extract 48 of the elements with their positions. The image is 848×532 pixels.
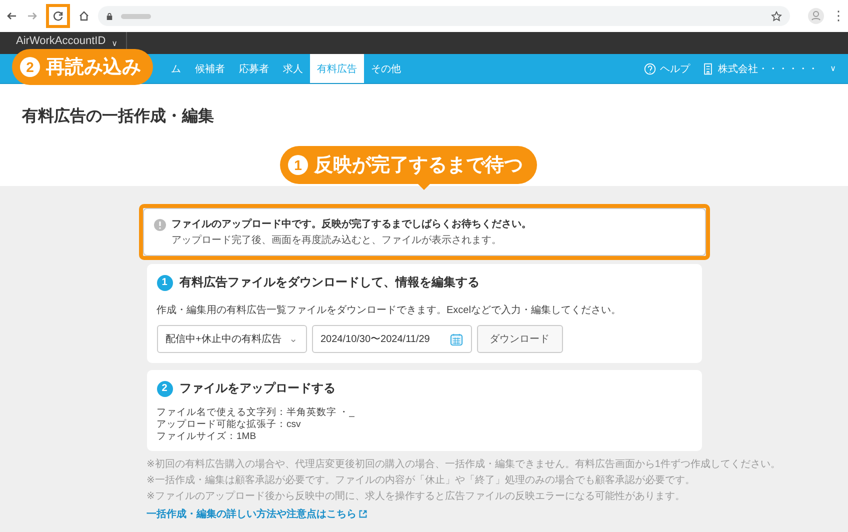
- company-name[interactable]: 株式会社・・・・・・: [718, 62, 818, 76]
- profile-icon[interactable]: [808, 8, 824, 24]
- home-icon[interactable]: [78, 10, 90, 22]
- upload-requirement: ファイル名で使える文字列：半角英数字 ・_: [156, 407, 356, 419]
- forward-icon[interactable]: [26, 10, 38, 22]
- account-name[interactable]: AirWorkAccountID: [16, 34, 106, 48]
- note-text: ※一括作成・編集は顧客承認が必要です。ファイルの内容が「休止」や「終了」処理のみの場合でも顧客承認が必要です。: [146, 474, 695, 488]
- callout-number: 1: [288, 155, 308, 175]
- nav-tab[interactable]: 応募者: [232, 54, 276, 83]
- download-button[interactable]: ダウンロード: [476, 325, 562, 353]
- external-link-icon[interactable]: [358, 510, 366, 518]
- help-icon[interactable]: [644, 62, 656, 74]
- callout-text: 反映が完了するまで待つ: [314, 154, 523, 178]
- blurred-url: [121, 14, 151, 18]
- note-text: ※ファイルのアップロード後から反映中の間に、求人を操作すると広告ファイルの反映エラーになる可能性があります。: [146, 490, 685, 504]
- help-link[interactable]: ヘルプ: [660, 62, 690, 76]
- callout-number: 2: [20, 57, 40, 77]
- upload-requirement: アップロード可能な拡張子：csv: [156, 419, 302, 431]
- date-range-field[interactable]: 2024/10/30〜2024/11/29: [312, 325, 472, 353]
- menu-icon[interactable]: ⋮: [832, 8, 842, 24]
- caret-icon[interactable]: ∨: [112, 38, 118, 48]
- building-icon: [702, 62, 714, 74]
- step-title: 有料広告ファイルをダウンロードして、情報を編集する: [180, 274, 480, 291]
- caret-icon[interactable]: ∨: [830, 64, 836, 73]
- note-text: ※初回の有料広告購入の場合や、代理店変更後初回の購入の場合、一括作成・編集できません。有料広告画面から1件ずつ作成してください。: [146, 458, 780, 472]
- caret-icon[interactable]: ⌄: [289, 334, 298, 344]
- nav-tab[interactable]: 候補者: [188, 54, 232, 83]
- nav-tab[interactable]: 求人: [276, 54, 310, 83]
- step-number: 1: [156, 274, 172, 290]
- notice-text: アップロード完了後、画面を再度読み込むと、ファイルが表示されます。: [172, 234, 502, 247]
- star-icon[interactable]: [771, 10, 782, 22]
- lock-icon: [106, 12, 113, 20]
- help-link[interactable]: 一括作成・編集の詳しい方法や注意点はこちら: [146, 507, 366, 521]
- step-title: ファイルをアップロードする: [180, 380, 336, 397]
- upload-requirement: ファイルサイズ：1MB: [156, 431, 258, 443]
- step-number: 2: [156, 380, 172, 396]
- notice-title: ファイルのアップロード中です。反映が完了するまでしばらくお待ちください。: [172, 217, 532, 231]
- nav-tab[interactable]: その他: [364, 54, 408, 83]
- calendar-icon[interactable]: [450, 332, 462, 346]
- callout-text: 再読み込み: [46, 56, 141, 80]
- ad-status-select[interactable]: 配信中+休止中の有料広告 ⌄: [156, 325, 306, 353]
- page-title: 有料広告の一括作成・編集: [22, 106, 215, 127]
- nav-tab[interactable]: 有料広告: [310, 54, 364, 83]
- reload-icon[interactable]: [52, 10, 64, 22]
- back-icon[interactable]: [6, 10, 18, 22]
- warning-icon: [154, 219, 166, 231]
- nav-tab[interactable]: ム: [164, 54, 188, 83]
- step-description: 作成・編集用の有料広告一覧ファイルをダウンロードできます。Excelなどで入力・編集してください。: [156, 304, 622, 317]
